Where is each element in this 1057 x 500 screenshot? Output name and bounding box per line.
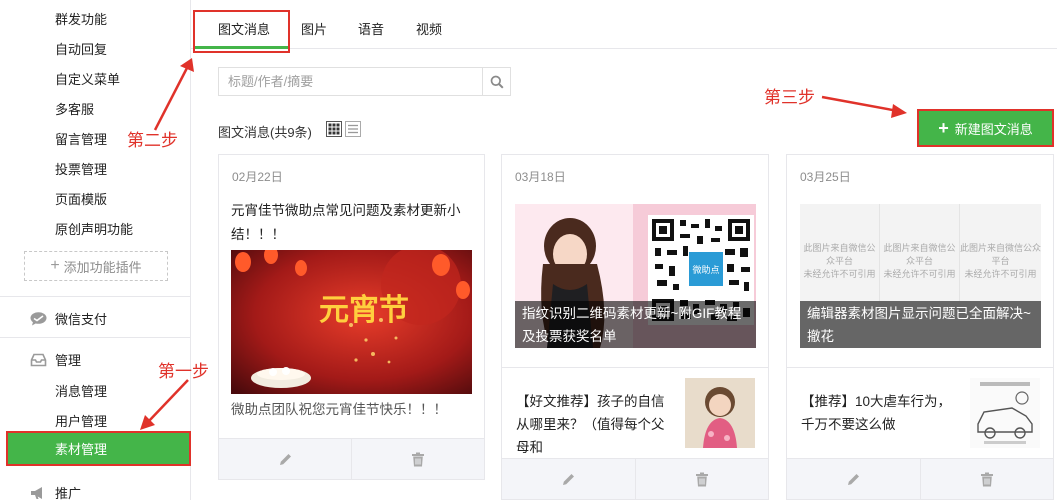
app-root: 群发功能 自动回复 自定义菜单 多客服 留言管理 投票管理 页面模版 原创声明功… [0,0,1057,500]
arrow-step-3 [821,95,899,113]
arrow-step-2 [153,65,190,131]
annotation-arrows [140,58,907,430]
arrow-step-1 [147,379,189,423]
